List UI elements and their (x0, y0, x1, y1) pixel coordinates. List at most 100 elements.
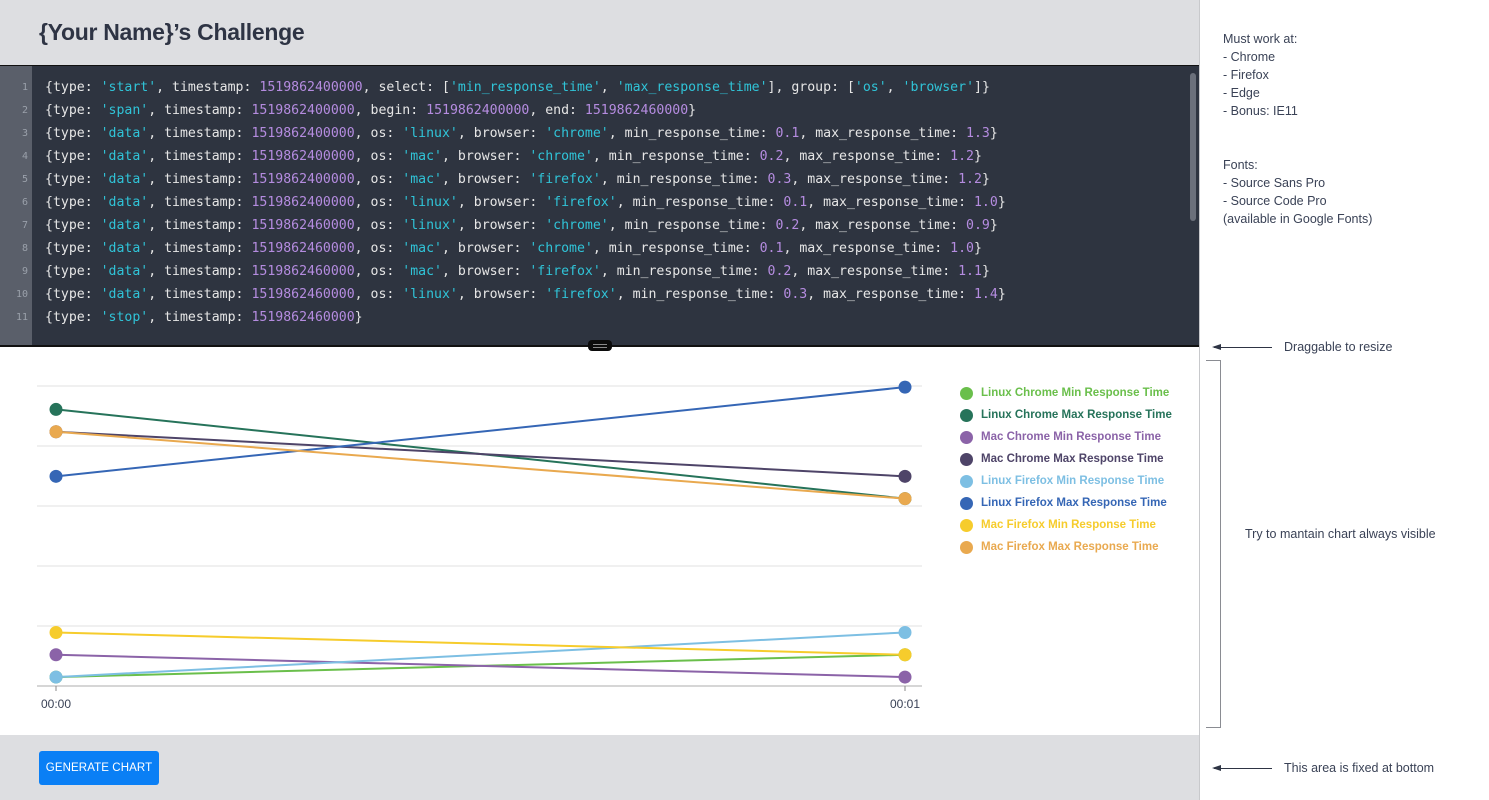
number-token: 0.2 (759, 149, 784, 164)
number-token: 0.2 (767, 264, 792, 279)
legend-item[interactable]: Linux Firefox Max Response Time (960, 492, 1172, 514)
code-line[interactable]: {type: 'data', timestamp: 1519862400000,… (45, 172, 990, 187)
code-token: ], group: [ (767, 80, 855, 95)
data-point (898, 380, 912, 394)
number-token: 1519862400000 (251, 172, 355, 187)
code-token: , max_response_time: (791, 264, 959, 279)
line-number: 10 (15, 289, 28, 300)
string-token: 'mac' (402, 241, 442, 256)
code-token: , timestamp: (148, 264, 252, 279)
code-token: {type: (45, 241, 101, 256)
legend-item[interactable]: Mac Firefox Max Response Time (960, 536, 1172, 558)
code-line[interactable]: {type: 'data', timestamp: 1519862460000,… (45, 264, 990, 279)
number-token: 1519862400000 (251, 126, 355, 141)
string-token: 'linux' (402, 195, 458, 210)
number-token: 1519862400000 (251, 195, 355, 210)
string-token: 'stop' (100, 310, 149, 325)
string-token: 'firefox' (529, 172, 601, 187)
code-editor[interactable]: 1 2 3 4 5 6 7 8 9 10 11 {type: 'start', timestamp:… (0, 65, 1199, 347)
resize-handle[interactable] (588, 340, 612, 351)
generate-chart-button[interactable]: GENERATE CHART (39, 751, 159, 785)
code-token: , begin: (354, 103, 427, 118)
string-token: 'chrome' (529, 241, 593, 256)
legend-dot-icon (960, 474, 973, 488)
string-token: 'data' (100, 264, 149, 279)
chart-legend: Linux Chrome Min Response Time Linux Chro… (960, 382, 1172, 558)
legend-item[interactable]: Mac Chrome Min Response Time (960, 426, 1172, 448)
chart-visible-note: Try to mantain chart always visible (1245, 527, 1436, 541)
code-token: , os: (354, 264, 403, 279)
string-token: 'data' (100, 218, 149, 233)
string-token: 'start' (100, 80, 157, 95)
code-token: , max_response_time: (791, 172, 959, 187)
number-token: 0.2 (775, 218, 800, 233)
number-token: 0.1 (783, 195, 808, 210)
data-point (49, 425, 63, 439)
code-token: , timestamp: (148, 287, 252, 302)
number-token: 0.9 (966, 218, 990, 233)
legend-item[interactable]: Mac Chrome Max Response Time (960, 448, 1172, 470)
string-token: 'mac' (402, 149, 442, 164)
number-token: 1519862460000 (251, 310, 355, 325)
code-token: , os: (354, 126, 403, 141)
string-token: 'data' (100, 126, 149, 141)
legend-dot-icon (960, 386, 973, 400)
code-token: , max_response_time: (807, 195, 974, 210)
code-token: , timestamp: (148, 241, 252, 256)
series-line (55, 631, 906, 656)
data-point (898, 670, 912, 684)
arrow-left-icon (1212, 765, 1272, 771)
fonts-note: Fonts: - Source Sans Pro - Source Code P… (1223, 158, 1373, 226)
number-token: 1519862400000 (251, 149, 355, 164)
code-token: , os: (354, 195, 403, 210)
number-token: 0.1 (759, 241, 784, 256)
code-token: } (989, 126, 998, 141)
code-token: {type: (45, 80, 101, 95)
code-token: , min_response_time: (608, 218, 776, 233)
code-line[interactable]: {type: 'data', timestamp: 1519862400000,… (45, 126, 998, 141)
code-line[interactable]: {type: 'data', timestamp: 1519862400000,… (45, 149, 982, 164)
string-token: 'data' (100, 195, 149, 210)
string-token: 'min_response_time' (449, 80, 601, 95)
code-token: } (997, 195, 1006, 210)
code-token: , browser: (442, 264, 530, 279)
editor-scrollbar[interactable] (1190, 73, 1196, 221)
code-line[interactable]: {type: 'data', timestamp: 1519862400000,… (45, 195, 1006, 210)
legend-item[interactable]: Linux Chrome Min Response Time (960, 382, 1172, 404)
header: {Your Name}’s Challenge (0, 0, 1199, 65)
code-line[interactable]: {type: 'data', timestamp: 1519862460000,… (45, 218, 998, 233)
code-line[interactable]: {type: 'span', timestamp: 1519862400000,… (45, 103, 696, 118)
code-token: , (600, 80, 617, 95)
code-line[interactable]: {type: 'data', timestamp: 1519862460000,… (45, 287, 1006, 302)
code-token: {type: (45, 149, 101, 164)
code-token: , browser: (457, 126, 546, 141)
series-line (55, 631, 906, 679)
code-token: } (989, 218, 998, 233)
code-line[interactable]: {type: 'stop', timestamp: 1519862460000} (45, 310, 363, 325)
string-token: 'chrome' (545, 126, 609, 141)
legend-item[interactable]: Linux Firefox Min Response Time (960, 470, 1172, 492)
code-token: , browser: (442, 172, 530, 187)
legend-label: Mac Firefox Min Response Time (981, 519, 1156, 531)
legend-item[interactable]: Mac Firefox Min Response Time (960, 514, 1172, 536)
notes-panel: Must work at: - Chrome - Firefox - Edge … (1199, 0, 1489, 800)
legend-label: Linux Firefox Max Response Time (981, 497, 1167, 509)
line-number-gutter: 1 2 3 4 5 6 7 8 9 10 11 (0, 66, 32, 345)
number-token: 1.2 (958, 172, 982, 187)
code-line[interactable]: {type: 'start', timestamp: 1519862400000… (45, 80, 990, 95)
string-token: 'data' (100, 149, 149, 164)
code-token: {type: (45, 195, 101, 210)
code-token: {type: (45, 287, 101, 302)
chart-area: 00:00 00:01 Linux Chrome Min Response Tim… (0, 349, 1199, 735)
code-token: , browser: (457, 218, 546, 233)
code-line[interactable]: {type: 'data', timestamp: 1519862460000,… (45, 241, 982, 256)
number-token: 1519862460000 (251, 287, 355, 302)
line-number: 3 (21, 128, 28, 139)
legend-dot-icon (960, 540, 973, 554)
code-token: {type: (45, 264, 101, 279)
string-token: 'data' (100, 287, 149, 302)
string-token: 'linux' (402, 126, 458, 141)
legend-item[interactable]: Linux Chrome Max Response Time (960, 404, 1172, 426)
string-token: 'max_response_time' (616, 80, 768, 95)
data-point (898, 469, 912, 483)
